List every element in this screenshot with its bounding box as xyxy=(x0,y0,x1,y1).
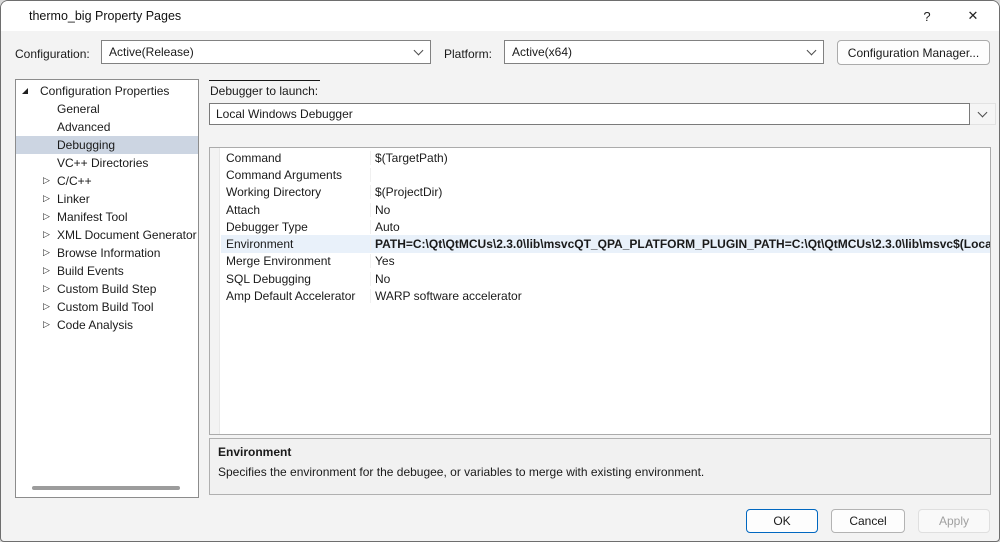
tree-item-label: Build Events xyxy=(57,264,124,278)
Amp Default Accelerator[interactable]: Amp Default Accelerator WARP software ac… xyxy=(221,287,990,304)
tree-item[interactable]: Build Events xyxy=(16,262,198,280)
tree-expander-icon[interactable] xyxy=(43,249,57,258)
property-name: SQL Debugging xyxy=(221,272,371,286)
tree-item-label: Code Analysis xyxy=(57,318,133,332)
configuration-value: Active(Release) xyxy=(102,45,406,59)
Command[interactable]: Command $(TargetPath) xyxy=(221,149,990,166)
tree-item[interactable]: VC++ Directories xyxy=(16,154,198,172)
tree-item-label: General xyxy=(57,102,100,116)
tree-expander-icon[interactable] xyxy=(22,88,40,94)
ok-button[interactable]: OK xyxy=(746,509,818,533)
tree-item[interactable]: Browse Information xyxy=(16,244,198,262)
Merge Environment[interactable]: Merge Environment Yes xyxy=(221,253,990,270)
title-bar: thermo_big Property Pages ? ✕ xyxy=(1,1,999,31)
SQL Debugging[interactable]: SQL Debugging No xyxy=(221,270,990,287)
apply-button[interactable]: Apply xyxy=(918,509,990,533)
chevron-down-icon xyxy=(406,41,430,63)
configuration-tree: Configuration Properties General Advance… xyxy=(15,79,199,498)
help-icon: ? xyxy=(923,9,930,24)
configuration-manager-button[interactable]: Configuration Manager... xyxy=(837,40,990,65)
chevron-down-icon xyxy=(799,41,823,63)
property-name: Attach xyxy=(221,203,371,217)
tree-item-label: Debugging xyxy=(57,138,115,152)
property-value[interactable]: No xyxy=(371,272,990,286)
tree-item-label: Custom Build Tool xyxy=(57,300,154,314)
tree-item-label: Custom Build Step xyxy=(57,282,156,296)
property-value[interactable]: WARP software accelerator xyxy=(371,289,990,303)
platform-dropdown[interactable]: Active(x64) xyxy=(504,40,824,64)
tree-item[interactable]: General xyxy=(16,100,198,118)
grid-gutter xyxy=(210,148,220,434)
Attach[interactable]: Attach No xyxy=(221,201,990,218)
property-value[interactable]: $(ProjectDir) xyxy=(371,185,990,199)
cancel-label: Cancel xyxy=(849,514,886,528)
chevron-down-icon[interactable] xyxy=(970,103,996,125)
tree-item[interactable]: Code Analysis xyxy=(16,316,198,334)
tree-expander-icon[interactable] xyxy=(43,267,57,276)
property-name: Amp Default Accelerator xyxy=(221,289,371,303)
debugger-dropdown[interactable]: Local Windows Debugger xyxy=(209,103,996,125)
property-name: Working Directory xyxy=(221,185,371,199)
configuration-label: Configuration: xyxy=(15,47,90,61)
property-name: Command xyxy=(221,151,371,165)
tree-expander-icon[interactable] xyxy=(43,195,57,204)
tree-item[interactable]: Custom Build Tool xyxy=(16,298,198,316)
tree-item[interactable]: Advanced xyxy=(16,118,198,136)
close-icon: ✕ xyxy=(968,8,979,24)
property-value[interactable]: No xyxy=(371,203,990,217)
close-button[interactable]: ✕ xyxy=(953,1,993,31)
tree-item[interactable]: Linker xyxy=(16,190,198,208)
Command Arguments[interactable]: Command Arguments xyxy=(221,166,990,183)
tree-item-label: XML Document Generator xyxy=(57,228,197,242)
debugger-value[interactable]: Local Windows Debugger xyxy=(209,103,970,125)
tree-item[interactable]: C/C++ xyxy=(16,172,198,190)
tree-item-label: Advanced xyxy=(57,120,110,134)
tree-item[interactable]: Debugging xyxy=(16,136,198,154)
apply-label: Apply xyxy=(939,514,969,528)
tree-item-label: VC++ Directories xyxy=(57,156,148,170)
property-value[interactable]: Yes xyxy=(371,254,990,268)
tree-expander-icon[interactable] xyxy=(43,213,57,222)
window-title: thermo_big Property Pages xyxy=(29,1,181,31)
Debugger Type[interactable]: Debugger Type Auto xyxy=(221,218,990,235)
description-title: Environment xyxy=(218,445,982,459)
configuration-manager-label: Configuration Manager... xyxy=(848,46,979,60)
property-value[interactable]: $(TargetPath) xyxy=(371,151,990,165)
tree-expander-icon[interactable] xyxy=(43,285,57,294)
tree-item[interactable]: Custom Build Step xyxy=(16,280,198,298)
Working Directory[interactable]: Working Directory $(ProjectDir) xyxy=(221,184,990,201)
tree-expander-icon[interactable] xyxy=(43,321,57,330)
platform-value: Active(x64) xyxy=(505,45,799,59)
debugger-to-launch-label: Debugger to launch: xyxy=(209,80,320,98)
property-value[interactable]: PATH=C:\Qt\QtMCUs\2.3.0\lib\msvcQT_QPA_P… xyxy=(371,237,990,251)
tree-item-label: Browse Information xyxy=(57,246,160,260)
ok-label: OK xyxy=(773,514,790,528)
property-name: Debugger Type xyxy=(221,220,371,234)
property-pages-dialog: thermo_big Property Pages ? ✕ Configurat… xyxy=(0,0,1000,542)
property-name: Command Arguments xyxy=(221,168,371,182)
description-text: Specifies the environment for the debuge… xyxy=(218,465,982,479)
help-button[interactable]: ? xyxy=(907,1,947,31)
tree-item-label: Configuration Properties xyxy=(40,84,169,98)
tree-expander-icon[interactable] xyxy=(43,231,57,240)
tree-item[interactable]: Manifest Tool xyxy=(16,208,198,226)
Environment[interactable]: Environment PATH=C:\Qt\QtMCUs\2.3.0\lib\… xyxy=(221,235,990,252)
property-name: Environment xyxy=(221,237,371,251)
grid-rows: Command $(TargetPath) Command Arguments … xyxy=(221,149,990,305)
tree-item[interactable]: Configuration Properties xyxy=(16,82,198,100)
tree-horizontal-scrollbar[interactable] xyxy=(32,486,180,490)
property-grid: Command $(TargetPath) Command Arguments … xyxy=(209,147,991,435)
tree-item-label: C/C++ xyxy=(57,174,92,188)
cancel-button[interactable]: Cancel xyxy=(831,509,905,533)
property-name: Merge Environment xyxy=(221,254,371,268)
configuration-dropdown[interactable]: Active(Release) xyxy=(101,40,431,64)
platform-label: Platform: xyxy=(444,47,492,61)
tree-item[interactable]: XML Document Generator xyxy=(16,226,198,244)
property-description-panel: Environment Specifies the environment fo… xyxy=(209,438,991,495)
tree-expander-icon[interactable] xyxy=(43,177,57,186)
property-value[interactable]: Auto xyxy=(371,220,990,234)
tree-item-label: Manifest Tool xyxy=(57,210,127,224)
tree-expander-icon[interactable] xyxy=(43,303,57,312)
tree-item-label: Linker xyxy=(57,192,90,206)
